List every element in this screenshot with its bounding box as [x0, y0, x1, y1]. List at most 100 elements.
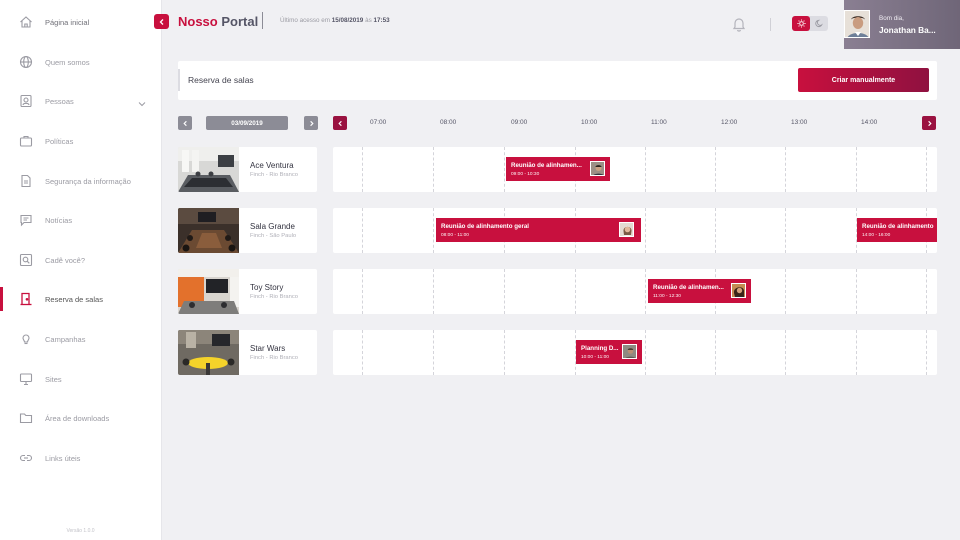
chevron-down-icon[interactable]: [137, 96, 147, 107]
sidebar-item-cade-voce[interactable]: Cadê você?: [0, 245, 161, 275]
hour-label: 12:00: [721, 119, 738, 126]
sidebar-item-pagina-inicial[interactable]: Página inicial: [0, 7, 161, 37]
sidebar-item-label: Campanhas: [45, 334, 86, 344]
room-card-sala-grande[interactable]: Sala Grande Finch - São Paulo: [178, 208, 317, 253]
hour-gridline: [362, 269, 363, 314]
sidebar-item-label: Página inicial: [45, 17, 90, 27]
avatar: [619, 222, 634, 237]
sidebar-item-label: Links úteis: [45, 453, 81, 463]
hour-label: 07:00: [370, 119, 387, 126]
moon-icon: [814, 19, 823, 28]
chevron-left-icon: [182, 120, 187, 126]
sidebar-item-links-uteis[interactable]: Links úteis: [0, 443, 161, 473]
hour-gridline: [856, 147, 857, 192]
timeline-previous-button[interactable]: [333, 116, 347, 130]
room-name: Toy Story: [250, 283, 284, 292]
booking-event[interactable]: Reunião de alinhamento 14:00 - 16:00: [857, 218, 937, 242]
avatar: [590, 161, 605, 176]
previous-day-button[interactable]: [178, 116, 192, 130]
room-location: Finch - Rio Branco: [250, 355, 299, 361]
sidebar-item-noticias[interactable]: Notícias: [0, 205, 161, 235]
selected-date[interactable]: 03/09/2019: [206, 116, 288, 130]
version-label: Versão 1.0.0: [66, 528, 95, 534]
dark-theme-option[interactable]: [810, 16, 828, 31]
room-timeline-row[interactable]: Reunião de alinhamen... 11:00 - 12:30: [333, 269, 937, 314]
hour-gridline: [715, 208, 716, 253]
hour-gridline: [715, 330, 716, 375]
event-title: Planning D...: [581, 345, 619, 352]
sun-icon: [796, 19, 806, 28]
brand-part-2: Portal: [221, 14, 259, 29]
hour-gridline: [433, 269, 434, 314]
sidebar-item-quem-somos[interactable]: Quem somos: [0, 47, 161, 77]
hour-gridline: [645, 147, 646, 192]
timeline-next-button[interactable]: [922, 116, 936, 130]
event-title: Reunião de alinhamento geral: [441, 223, 530, 230]
room-photo: [178, 147, 239, 192]
link-icon: [18, 450, 34, 466]
header-divider: [770, 18, 771, 31]
event-title: Reunião de alinhamento: [862, 223, 934, 230]
people-icon: [18, 93, 34, 109]
hour-gridline: [645, 208, 646, 253]
hour-label: 13:00: [791, 119, 808, 126]
chevron-left-icon: [159, 18, 163, 25]
notifications-bell-icon[interactable]: [731, 16, 747, 32]
booking-event[interactable]: Reunião de alinhamen... 09:00 - 10:30: [506, 157, 610, 181]
room-card-star-wars[interactable]: Star Wars Finch - Rio Branco: [178, 330, 317, 375]
sidebar-item-politicas[interactable]: Políticas: [0, 126, 161, 156]
home-icon: [18, 14, 34, 30]
room-timeline-row[interactable]: Reunião de alinhamento geral 08:00 - 11:…: [333, 208, 937, 253]
sidebar-item-seguranca[interactable]: Segurança da informação: [0, 166, 161, 196]
sidebar-item-label: Notícias: [45, 215, 73, 225]
monitor-icon: [18, 371, 34, 387]
create-manually-button[interactable]: Criar manualmente: [798, 68, 929, 92]
room-timeline-row[interactable]: Planning D... 10:00 - 11:00: [333, 330, 937, 375]
room-photo: [178, 330, 239, 375]
sidebar-item-campanhas[interactable]: Campanhas: [0, 324, 161, 354]
hour-gridline: [785, 330, 786, 375]
folder-icon: [18, 410, 34, 426]
theme-toggle[interactable]: [792, 16, 828, 31]
sidebar-item-reserva-de-salas[interactable]: Reserva de salas: [0, 284, 161, 314]
chat-icon: [18, 212, 34, 228]
hour-gridline: [362, 330, 363, 375]
chevron-right-icon: [309, 120, 314, 126]
event-time: 08:00 - 11:00: [441, 233, 469, 238]
sidebar-item-area-de-downloads[interactable]: Área de downloads: [0, 403, 161, 433]
sidebar-item-pessoas[interactable]: Pessoas: [0, 86, 161, 116]
room-photo: [178, 269, 239, 314]
booking-event[interactable]: Reunião de alinhamento geral 08:00 - 11:…: [436, 218, 641, 242]
hour-label: 08:00: [440, 119, 457, 126]
avatar[interactable]: [844, 10, 870, 38]
brand-part-1: Nosso: [178, 14, 218, 29]
lightbulb-icon: [18, 331, 34, 347]
hour-gridline: [645, 269, 646, 314]
room-location: Finch - São Paulo: [250, 233, 297, 239]
sidebar-item-label: Reserva de salas: [45, 294, 103, 304]
room-card-toy-story[interactable]: Toy Story Finch - Rio Branco: [178, 269, 317, 314]
briefcase-icon: [18, 133, 34, 149]
last-access-time: 17:53: [373, 17, 390, 24]
room-card-ace-ventura[interactable]: Ace Ventura Finch - Rio Branco: [178, 147, 317, 192]
room-location: Finch - Rio Branco: [250, 172, 299, 178]
header-divider: [262, 12, 263, 29]
user-menu[interactable]: Bom dia, Jonathan Ba...: [844, 0, 960, 49]
sidebar-item-sites[interactable]: Sites: [0, 364, 161, 394]
event-title: Reunião de alinhamen...: [511, 162, 582, 169]
brand-logo[interactable]: Nosso Portal: [178, 14, 258, 29]
booking-event[interactable]: Reunião de alinhamen... 11:00 - 12:30: [648, 279, 751, 303]
user-name: Jonathan Ba...: [879, 25, 936, 35]
room-timeline-row[interactable]: Reunião de alinhamen... 09:00 - 10:30: [333, 147, 937, 192]
room-name: Ace Ventura: [250, 161, 294, 170]
search-icon: [18, 252, 34, 268]
light-theme-option[interactable]: [792, 16, 810, 31]
hour-gridline: [504, 269, 505, 314]
booking-event[interactable]: Planning D... 10:00 - 11:00: [576, 340, 642, 364]
next-day-button[interactable]: [304, 116, 318, 130]
hour-gridline: [785, 269, 786, 314]
sidebar-item-label: Segurança da informação: [45, 176, 131, 186]
hour-gridline: [433, 208, 434, 253]
sidebar-collapse-button[interactable]: [154, 14, 169, 29]
event-time: 10:00 - 11:00: [581, 355, 609, 360]
